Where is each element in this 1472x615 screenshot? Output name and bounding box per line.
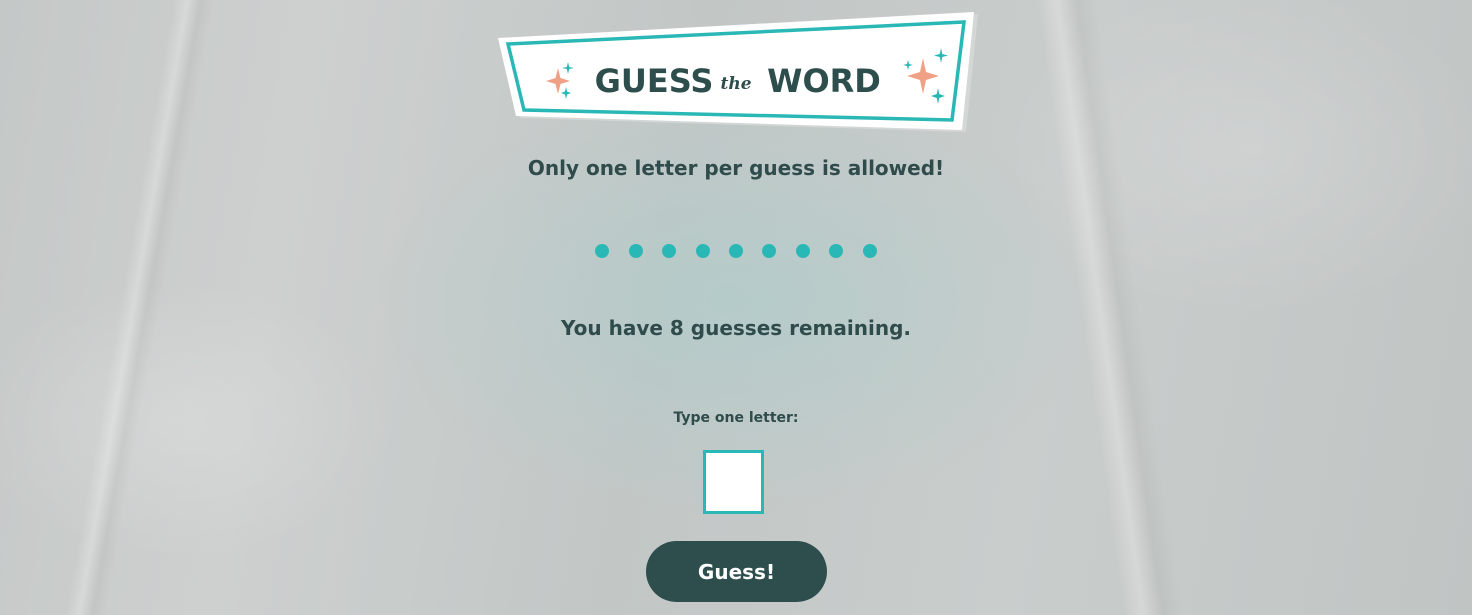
letter-placeholder-dot (695, 244, 710, 258)
logo-word-mid: the (720, 74, 751, 94)
paper-crease (65, 0, 215, 615)
letter-placeholder-dot (662, 244, 677, 258)
guess-button[interactable]: Guess! (646, 541, 827, 602)
letter-placeholder-dot (862, 244, 877, 258)
letter-placeholder-dot (829, 244, 844, 258)
letter-input-label: Type one letter: (673, 410, 799, 426)
guess-the-word-logo: GUESS the WORD (498, 12, 978, 132)
letter-placeholder-dot (628, 244, 643, 258)
remaining-guesses: You have 8 guesses remaining. (561, 316, 911, 340)
word-in-progress (0, 244, 1472, 258)
logo-word-left: GUESS (595, 62, 714, 100)
paper-crease (1036, 0, 1184, 615)
logo-word-right: WORD (767, 62, 881, 100)
letter-placeholder-dot (795, 244, 810, 258)
game-message: Only one letter per guess is allowed! (527, 156, 945, 180)
letter-placeholder-dot (595, 244, 610, 258)
letter-placeholder-dot (762, 244, 777, 258)
letter-placeholder-dot (729, 244, 743, 258)
letter-input[interactable] (703, 450, 764, 514)
